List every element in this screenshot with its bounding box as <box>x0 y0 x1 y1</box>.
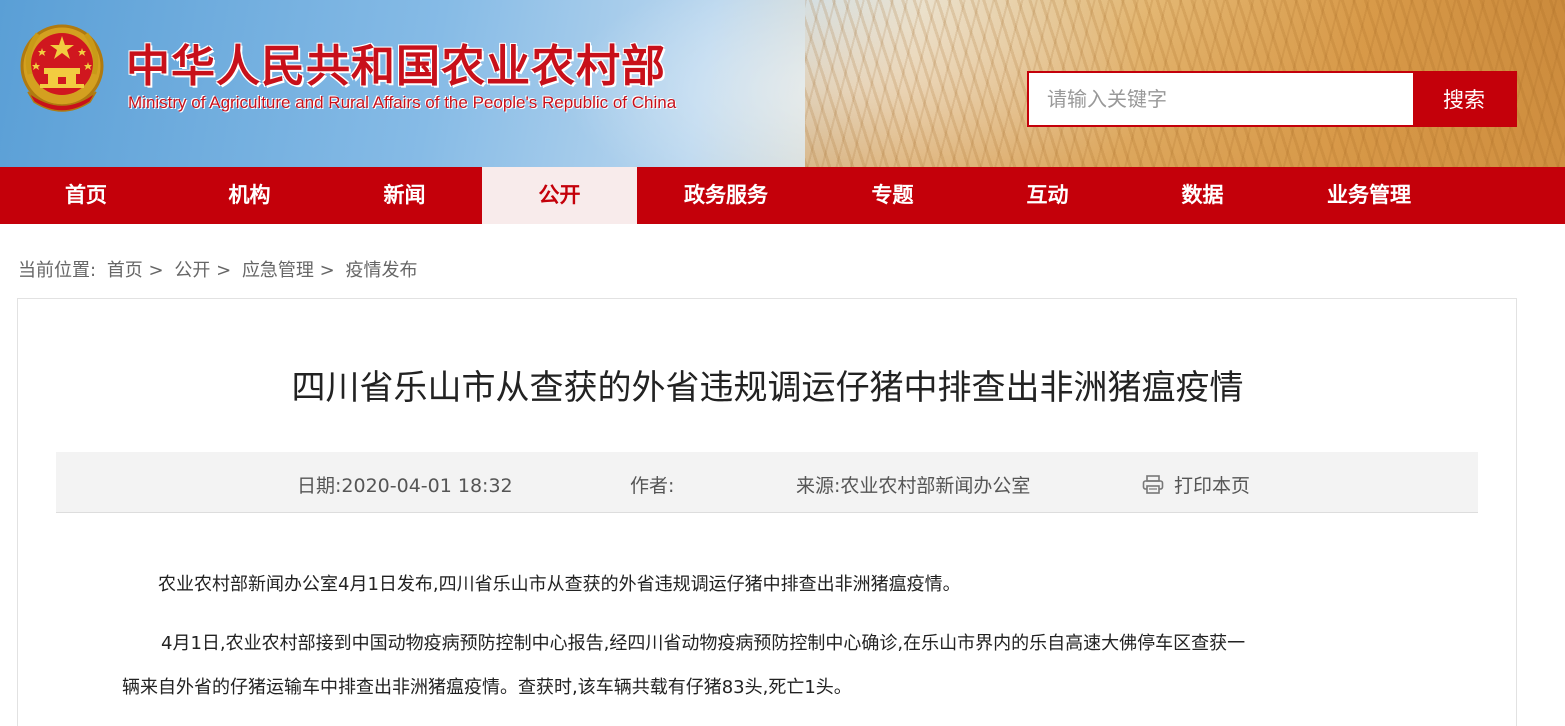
nav-item-data[interactable]: 数据 <box>1125 167 1280 224</box>
breadcrumb-item-home[interactable]: 首页 <box>107 260 143 281</box>
article-paragraph: 4月1日,农业农村部接到中国动物疫病预防控制中心报告,经四川省动物疫病预防控制中… <box>161 633 1246 654</box>
breadcrumb-item-public[interactable]: 公开 <box>174 260 210 281</box>
print-page-button[interactable]: 打印本页 <box>1142 471 1250 498</box>
nav-item-public[interactable]: 公开 <box>482 167 637 224</box>
nav-item-topics[interactable]: 专题 <box>815 167 970 224</box>
breadcrumb: 当前位置: 首页 > 公开 > 应急管理 > 疫情发布 <box>18 256 418 282</box>
site-header: 中华人民共和国农业农村部 Ministry of Agriculture and… <box>0 0 1565 167</box>
article-paragraph: 辆来自外省的仔猪运输车中排查出非洲猪瘟疫情。查获时,该车辆共载有仔猪83头,死亡… <box>122 677 852 698</box>
breadcrumb-item-emergency[interactable]: 应急管理 <box>242 260 314 281</box>
breadcrumb-separator: > <box>148 260 164 281</box>
nav-item-government-services[interactable]: 政务服务 <box>637 167 815 224</box>
national-emblem-icon[interactable] <box>18 22 106 116</box>
site-subtitle: Ministry of Agriculture and Rural Affair… <box>128 93 677 112</box>
nav-item-business-management[interactable]: 业务管理 <box>1280 167 1458 224</box>
search-box: 搜索 <box>1027 71 1517 127</box>
print-page-label: 打印本页 <box>1174 475 1251 497</box>
search-button[interactable]: 搜索 <box>1413 73 1515 125</box>
site-title[interactable]: 中华人民共和国农业农村部 <box>126 30 666 94</box>
article-author: 作者: <box>630 475 675 497</box>
breadcrumb-item-epidemic[interactable]: 疫情发布 <box>346 260 418 281</box>
article-source: 来源:农业农村部新闻办公室 <box>796 475 1031 497</box>
breadcrumb-prefix: 当前位置: <box>18 260 97 281</box>
nav-item-news[interactable]: 新闻 <box>327 167 482 224</box>
article-paragraph: 农业农村部新闻办公室4月1日发布,四川省乐山市从查获的外省违规调运仔猪中排查出非… <box>158 574 961 595</box>
search-input[interactable] <box>1029 73 1413 125</box>
nav-item-interaction[interactable]: 互动 <box>970 167 1125 224</box>
main-nav: 首页 机构 新闻 公开 政务服务 专题 互动 数据 业务管理 <box>0 167 1565 224</box>
breadcrumb-separator: > <box>216 260 232 281</box>
printer-icon <box>1142 474 1164 494</box>
nav-item-home[interactable]: 首页 <box>0 167 172 224</box>
article-title: 四川省乐山市从查获的外省违规调运仔猪中排查出非洲猪瘟疫情 <box>291 368 1244 408</box>
breadcrumb-separator: > <box>319 260 335 281</box>
nav-item-organization[interactable]: 机构 <box>172 167 327 224</box>
article-meta-bar: 日期:2020-04-01 18:32 作者: 来源:农业农村部新闻办公室 打印… <box>56 452 1478 513</box>
article-date: 日期:2020-04-01 18:32 <box>297 475 513 497</box>
